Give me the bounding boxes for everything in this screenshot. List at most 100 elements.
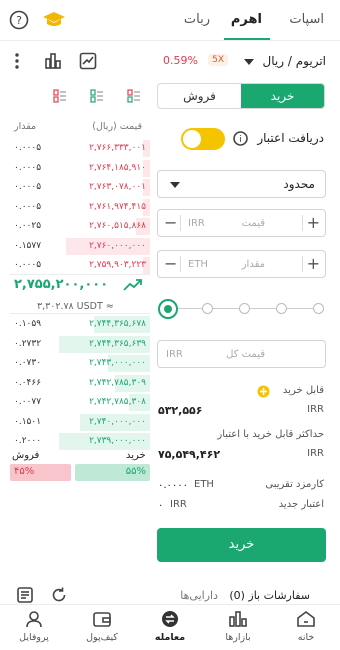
top-tabs: اسپات اهرم ربات ? [0,0,340,40]
order-price: ۲,۷۶۰,۰۰۰,۰۰۰ [89,240,146,251]
education-icon[interactable] [42,9,66,31]
home-icon [297,611,315,627]
bid-row[interactable]: ۰.۱۰۵۹ ۲,۷۴۴,۳۶۵,۶۷۸ [10,316,150,334]
fee-unit: ETH [194,479,214,490]
order-amount: ۰.۱۰۵۹ [14,319,42,329]
nav-profile[interactable]: پروفایل [0,610,68,643]
total-placeholder: قیمت کل [226,349,265,360]
order-amount: ۰.۰۴۶۶ [14,377,42,388]
ratio-buy-pct: ۵۵% [125,466,146,477]
ratio-sell-pct: ۴۵% [14,466,35,477]
slider-step-50[interactable] [239,303,250,314]
order-history-icon[interactable] [16,586,34,604]
open-orders-tab[interactable]: سفارشات باز (0) [229,589,310,602]
order-amount: ۰.۰۰۰۵ [14,201,42,212]
assets-tab[interactable]: دارایی‌ها [180,589,218,602]
new-credit-label: اعتبار جدید [278,499,324,510]
ask-row[interactable]: ۰.۰۰۰۵ ۲,۷۶۳,۰۷۸,۰۰۱ [10,179,150,197]
last-price: ۲,۷۵۵,۲۰۰,۰۰۰ [14,277,109,292]
slider-step-25[interactable] [202,303,213,314]
amount-placeholder: مقدار [241,259,265,270]
nav-markets[interactable]: بازارها [204,610,272,643]
pair-dropdown-icon[interactable] [244,58,254,66]
nav-home-label: خانه [297,632,315,643]
ratio-sell-label: فروش [12,450,40,461]
ask-row[interactable]: ۰.۰۰۰۵ ۲,۷۶۶,۳۳۳,۰۰۱ [10,140,150,158]
order-price: ۲,۷۴۲,۷۸۵,۳۰۸ [89,397,146,407]
leverage-badge: 5X [208,54,228,66]
order-amount: ۰.۲۷۳۲ [14,338,42,349]
amount-field[interactable]: + مقدار ETH − [157,250,326,278]
price-chart-icon[interactable] [79,52,97,70]
slider-handle[interactable] [158,299,178,319]
available-buy-label: قابل خرید [282,385,324,396]
ask-row[interactable]: ۰.۰۰۰۵ ۲,۷۶۱,۹۷۴,۴۱۵ [10,198,150,217]
nav-home[interactable]: خانه [272,610,340,643]
usdt-price: ۳,۳۰۲.۷۸ USDT ≈ [37,301,114,312]
order-amount: ۰.۰۰۰۵ [14,143,42,153]
ratio-buy-bar: ۵۵% [75,464,150,481]
market-pair[interactable]: اتریوم / ریال [263,54,326,68]
refresh-icon[interactable] [50,586,68,604]
total-field[interactable]: قیمت کل IRR [157,340,326,368]
amount-increase-button[interactable]: + [307,254,320,273]
tab-spot[interactable]: اسپات [289,12,324,27]
order-price: ۲,۷۴۰,۰۰۰,۰۰۰ [89,416,146,427]
amount-decrease-button[interactable]: − [164,254,177,273]
orderbook-buy-view-icon[interactable] [90,89,104,103]
fee-value: ۰.۰۰۰۰ [158,480,189,491]
buy-submit-button[interactable]: خرید [157,528,326,562]
price-field[interactable]: + قیمت IRR − [157,209,326,237]
order-price: ۲,۷۶۰,۵۱۵,۸۶۸ [89,221,146,231]
profile-icon [26,611,42,628]
price-increase-button[interactable]: + [307,213,320,232]
order-amount: ۰.۱۵۷۷ [14,240,42,251]
more-options-icon[interactable] [14,52,20,70]
order-price: ۲,۷۴۴,۳۶۵,۶۳۹ [89,338,146,349]
amount-slider[interactable] [158,298,326,320]
bid-row[interactable]: ۰.۰۷۳۰ ۲,۷۴۳,۰۰۰,۰۰۰ [10,355,150,373]
orderbook-sell-view-icon[interactable] [53,89,67,103]
fee-label: کارمزد تقریبی [265,479,324,490]
orderbook-header-price: قیمت (ریال) [92,121,142,132]
order-price: ۲,۷۶۳,۰۷۸,۰۰۱ [89,182,146,192]
order-amount: ۰.۲۰۰۰ [14,436,42,446]
slider-step-75[interactable] [276,303,287,314]
bid-row[interactable]: ۰.۱۵۰۱ ۲,۷۴۰,۰۰۰,۰۰۰ [10,413,150,432]
order-price: ۲,۷۶۱,۹۷۴,۴۱۵ [89,201,146,212]
order-amount: ۰.۰۰۷۷ [14,397,42,407]
ask-row[interactable]: ۰.۰۰۰۵ ۲,۷۶۴,۱۸۵,۹۱۰ [10,159,150,178]
credit-toggle[interactable] [181,128,225,150]
tab-bot[interactable]: ربات [184,12,210,27]
slider-step-100[interactable] [313,303,324,314]
nav-trade[interactable]: معامله [136,610,204,643]
ask-row[interactable]: ۰.۰۰۲۵ ۲,۷۶۰,۵۱۵,۸۶۸ [10,218,150,236]
orderbook-chart-icon[interactable] [44,52,62,70]
price-placeholder: قیمت [241,218,265,229]
buy-tab-button[interactable]: خرید [241,84,324,108]
trend-up-icon [123,279,142,291]
sell-tab-button[interactable]: فروش [158,84,241,108]
order-amount: ۰.۰۰۰۵ [14,162,42,173]
order-price: ۲,۷۴۲,۷۸۵,۳۰۹ [89,377,146,388]
ask-row[interactable]: ۰.۰۰۰۵ ۲,۷۵۹,۹۰۳,۲۲۳ [10,257,150,275]
chevron-down-icon [170,182,180,188]
add-funds-icon[interactable] [257,385,270,398]
ask-row[interactable]: ۰.۱۵۷۷ ۲,۷۶۰,۰۰۰,۰۰۰ [10,237,150,256]
available-buy-value: ۵۳۲,۵۵۶ [158,404,203,417]
bid-row[interactable]: ۰.۰۰۷۷ ۲,۷۴۲,۷۸۵,۳۰۸ [10,394,150,412]
nav-wallet[interactable]: کیف‌پول [68,610,136,643]
order-type-select[interactable]: محدود [157,170,326,198]
info-icon[interactable]: i [233,131,248,146]
tab-margin[interactable]: اهرم [231,12,262,27]
price-decrease-button[interactable]: − [164,213,177,232]
bid-row[interactable]: ۰.۲۰۰۰ ۲,۷۳۹,۰۰۰,۰۰۰ [10,433,150,451]
bid-row[interactable]: ۰.۲۷۳۲ ۲,۷۴۴,۳۶۵,۶۳۹ [10,335,150,354]
ratio-buy-label: خرید [126,450,146,461]
svg-text:i: i [239,135,242,145]
orderbook-both-view-icon[interactable] [127,89,141,103]
help-icon[interactable]: ? [9,10,29,30]
bid-row[interactable]: ۰.۰۴۶۶ ۲,۷۴۲,۷۸۵,۳۰۹ [10,374,150,393]
order-price: ۲,۷۴۳,۰۰۰,۰۰۰ [89,358,146,368]
trade-icon [162,611,178,627]
